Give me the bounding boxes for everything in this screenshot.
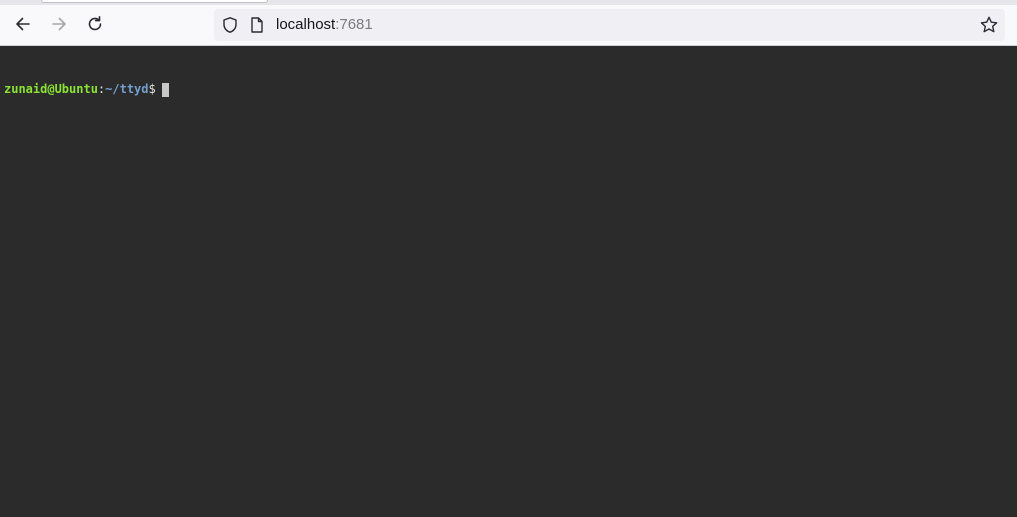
prompt-line: zunaid@Ubuntu: ~/ttyd $ bbox=[4, 82, 1017, 97]
arrow-left-icon bbox=[16, 17, 30, 31]
prompt-path: ~/ttyd bbox=[105, 82, 149, 96]
prompt-symbol: $ bbox=[148, 82, 156, 96]
terminal-cursor bbox=[161, 82, 169, 97]
star-icon[interactable] bbox=[979, 15, 999, 35]
prompt-user-host: zunaid@Ubuntu bbox=[4, 82, 98, 96]
shield-icon[interactable] bbox=[221, 16, 239, 34]
page-icon[interactable] bbox=[249, 16, 265, 34]
terminal-screen[interactable]: zunaid@Ubuntu: ~/ttyd $ bbox=[0, 46, 1017, 517]
forward-button[interactable] bbox=[47, 12, 71, 36]
url-text[interactable]: localhost:7681 bbox=[276, 16, 373, 34]
tab-strip bbox=[0, 0, 1017, 5]
arrow-right-icon bbox=[52, 17, 66, 31]
address-bar[interactable]: localhost:7681 bbox=[214, 9, 1005, 41]
url-port: :7681 bbox=[335, 16, 373, 33]
active-tab-edge[interactable] bbox=[41, 0, 268, 3]
back-button[interactable] bbox=[11, 12, 35, 36]
reload-icon bbox=[88, 16, 102, 31]
prompt-colon: : bbox=[97, 82, 106, 96]
browser-toolbar: localhost:7681 bbox=[0, 0, 1017, 46]
reload-button[interactable] bbox=[83, 12, 107, 36]
url-host: localhost bbox=[276, 16, 336, 33]
